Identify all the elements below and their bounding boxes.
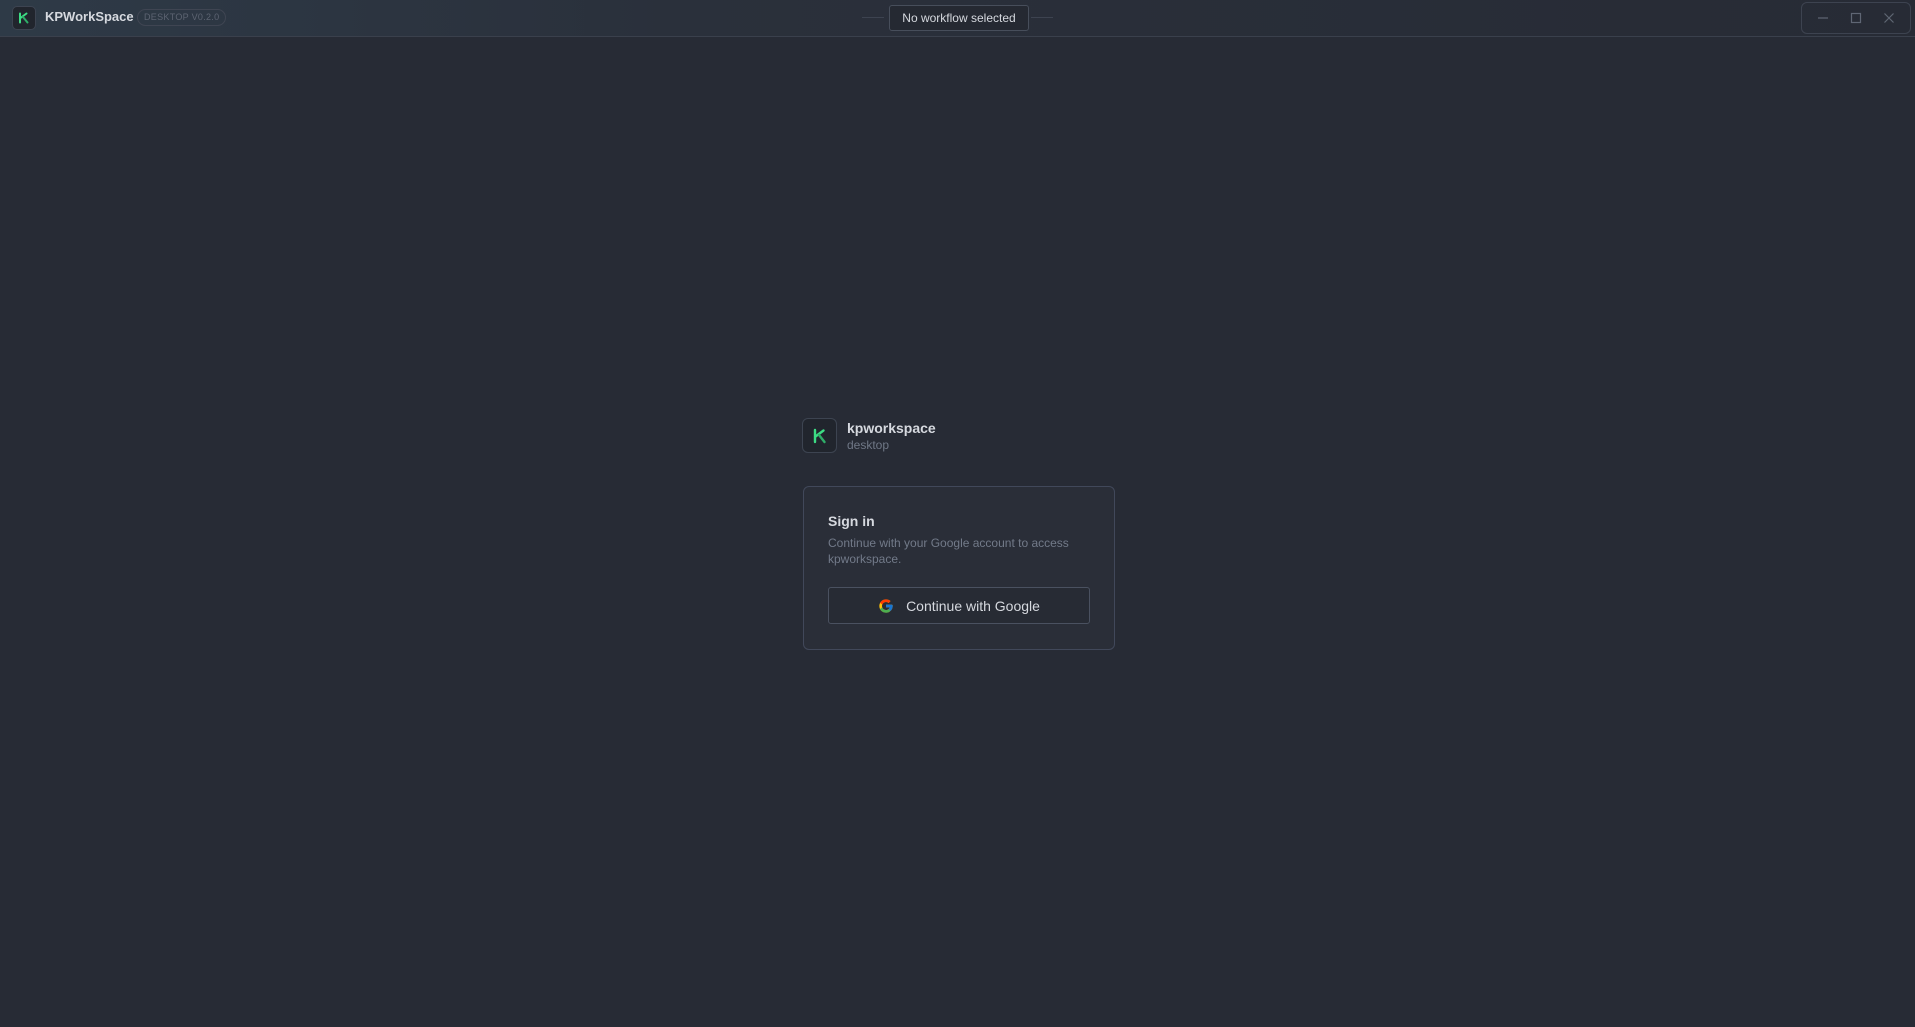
signin-title: Sign in xyxy=(828,513,875,529)
workflow-divider-right xyxy=(1031,17,1053,18)
close-icon xyxy=(1884,13,1895,23)
maximize-button[interactable] xyxy=(1842,6,1870,30)
brand-subtitle: desktop xyxy=(847,438,890,452)
app-logo-icon xyxy=(12,6,36,30)
version-badge: DESKTOP V0.2.0 xyxy=(137,9,227,26)
maximize-icon xyxy=(1850,12,1862,24)
brand-name: kpworkspace xyxy=(847,420,936,436)
title-bar: KPWorkSpace DESKTOP V0.2.0 No workflow s… xyxy=(0,0,1915,37)
kp-logo-icon xyxy=(802,418,837,453)
signin-card: Sign in Continue with your Google accoun… xyxy=(803,486,1115,650)
close-button[interactable] xyxy=(1875,6,1903,30)
minimize-icon xyxy=(1817,17,1828,19)
window-controls xyxy=(1801,2,1911,34)
google-icon xyxy=(879,598,893,613)
minimize-button[interactable] xyxy=(1809,6,1837,30)
app-name: KPWorkSpace xyxy=(45,9,134,24)
continue-with-google-button[interactable]: Continue with Google xyxy=(828,587,1090,624)
workflow-selector[interactable]: No workflow selected xyxy=(889,5,1029,31)
workflow-divider-left xyxy=(862,17,884,18)
signin-description: Continue with your Google account to acc… xyxy=(828,536,1069,566)
continue-with-google-label: Continue with Google xyxy=(906,597,1040,614)
